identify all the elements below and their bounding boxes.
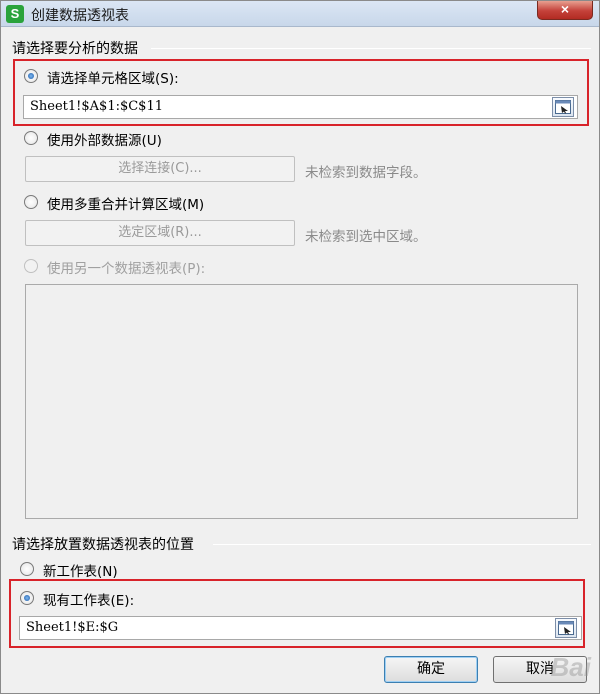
other-pivot-label[interactable]: 使用另一个数据透视表(P):: [47, 257, 205, 277]
range-option-label[interactable]: 请选择单元格区域(S):: [47, 67, 179, 87]
other-pivot-radio[interactable]: [24, 259, 38, 273]
existing-sheet-label[interactable]: 现有工作表(E):: [43, 589, 134, 609]
dialog-title: 创建数据透视表: [31, 8, 129, 24]
app-logo-icon: S: [6, 5, 24, 23]
existing-sheet-reference-input[interactable]: Sheet1!$E:$G: [19, 616, 582, 640]
new-sheet-radio[interactable]: [20, 562, 34, 576]
range-reference-input[interactable]: Sheet1!$A$1:$C$11: [23, 95, 578, 119]
multi-consolidation-hint: 未检索到选中区域。: [305, 229, 427, 245]
watermark-logo: Bai: [550, 652, 591, 682]
source-group-title: 请选择要分析的数据: [12, 38, 144, 58]
range-radio[interactable]: [24, 69, 38, 83]
external-source-label[interactable]: 使用外部数据源(U): [47, 129, 162, 149]
close-button[interactable]: ×: [537, 1, 593, 20]
ok-button[interactable]: 确定: [384, 656, 478, 683]
multi-consolidation-label[interactable]: 使用多重合并计算区域(M): [47, 193, 204, 213]
cell-select-icon: [555, 100, 571, 114]
range-picker-button[interactable]: [552, 97, 574, 117]
choose-connection-button[interactable]: 选择连接(C)...: [25, 156, 295, 182]
source-group-divider: [151, 48, 591, 49]
title-bar[interactable]: S 创建数据透视表 ×: [1, 1, 599, 27]
pivot-table-list[interactable]: [25, 284, 578, 519]
external-source-radio[interactable]: [24, 131, 38, 145]
existing-sheet-radio[interactable]: [20, 591, 34, 605]
placement-group-title: 请选择放置数据透视表的位置: [12, 534, 200, 554]
location-picker-button[interactable]: [555, 618, 577, 638]
external-source-hint: 未检索到数据字段。: [305, 165, 427, 181]
placement-group-divider: [213, 544, 591, 545]
multi-consolidation-radio[interactable]: [24, 195, 38, 209]
cell-select-icon: [558, 621, 574, 635]
new-sheet-label[interactable]: 新工作表(N): [43, 560, 118, 580]
select-ranges-button[interactable]: 选定区域(R)...: [25, 220, 295, 246]
create-pivot-table-dialog: S 创建数据透视表 × 请选择要分析的数据 请选择单元格区域(S): Sheet…: [0, 0, 600, 694]
